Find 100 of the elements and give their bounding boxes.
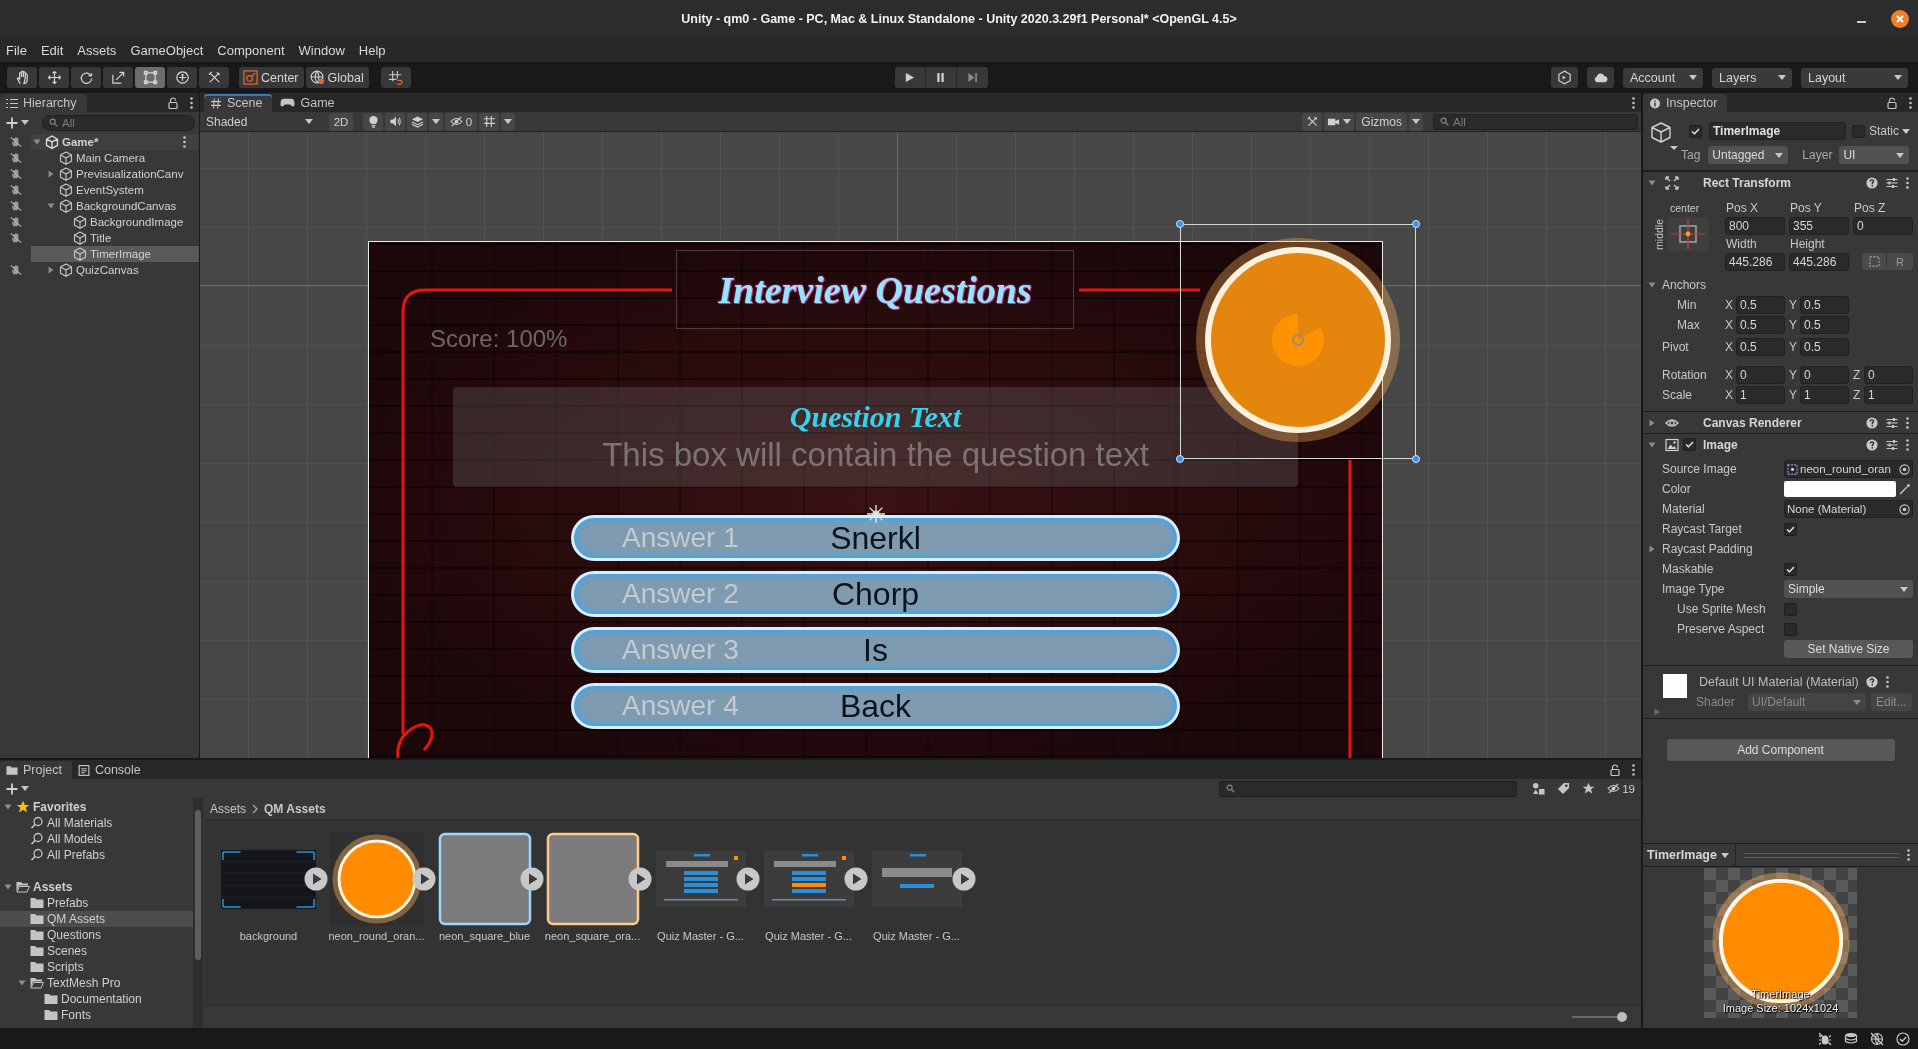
quiz-screenshot-thumbnail[interactable] <box>763 851 854 907</box>
breadcrumb-item[interactable]: QM Assets <box>264 801 326 816</box>
console-tab[interactable]: Console <box>71 761 151 779</box>
play-circle-icon[interactable] <box>736 867 760 891</box>
project-tree-item[interactable]: Scenes <box>0 943 193 959</box>
answer-button[interactable]: Answer 4 Back <box>571 683 1180 729</box>
kebab-menu-icon[interactable] <box>1632 763 1635 776</box>
number-field[interactable]: 0 <box>1736 366 1785 384</box>
bug-slash-icon[interactable] <box>1818 1031 1832 1046</box>
expand-arrow-icon[interactable] <box>18 979 26 987</box>
project-tree-item[interactable]: Favorites <box>0 799 193 815</box>
layout-dropdown[interactable]: Layout <box>1801 67 1908 88</box>
hand-tool-button[interactable] <box>7 67 37 88</box>
play-circle-icon[interactable] <box>844 867 868 891</box>
kebab-menu-icon[interactable] <box>1885 676 1889 688</box>
draw-mode-dropdown[interactable]: Shaded <box>203 112 319 131</box>
shapes-filter-icon[interactable] <box>1532 782 1546 795</box>
play-circle-icon[interactable] <box>952 867 976 891</box>
rect-tool-button[interactable] <box>135 67 165 88</box>
kebab-menu-icon[interactable] <box>190 96 193 109</box>
kebab-menu-icon[interactable] <box>1632 96 1635 109</box>
number-field[interactable]: 0.5 <box>1800 338 1849 356</box>
expand-arrow-icon[interactable] <box>47 202 55 210</box>
star-icon[interactable] <box>1582 782 1596 795</box>
checkbox[interactable] <box>1784 622 1797 636</box>
menu-item[interactable]: Window <box>291 42 352 58</box>
search-field[interactable] <box>1219 780 1518 797</box>
lighting-button[interactable] <box>363 112 383 131</box>
camera-button[interactable] <box>1324 112 1355 131</box>
checkbox[interactable] <box>1784 522 1797 536</box>
rotate-tool-button[interactable] <box>71 67 101 88</box>
help-icon[interactable] <box>1866 176 1878 189</box>
resize-handle[interactable] <box>1176 455 1184 463</box>
object-field[interactable]: neon_round_oran <box>1784 460 1913 478</box>
slider-thumb[interactable] <box>1616 1012 1627 1022</box>
gizmos-menu-button[interactable] <box>1409 112 1423 131</box>
scrollbar-thumb[interactable] <box>195 810 201 960</box>
active-checkbox[interactable] <box>1689 124 1702 138</box>
number-field[interactable]: 0.5 <box>1800 316 1849 334</box>
scene-tab[interactable]: Scene <box>204 94 273 112</box>
hierarchy-item[interactable]: TimerImage <box>31 246 199 262</box>
kebab-menu-icon[interactable] <box>1909 96 1912 109</box>
play-button[interactable] <box>894 67 926 88</box>
help-icon[interactable] <box>1866 416 1878 429</box>
number-field[interactable]: 0 <box>1853 217 1913 235</box>
eyedropper-icon[interactable] <box>1899 483 1911 495</box>
close-icon[interactable] <box>1891 10 1909 28</box>
static-checkbox[interactable] <box>1852 124 1865 138</box>
number-field[interactable]: 0.5 <box>1736 296 1785 314</box>
foldout-arrow-icon[interactable] <box>1648 440 1656 449</box>
quiz-screenshot-thumbnail[interactable] <box>871 851 962 907</box>
menu-item[interactable]: Assets <box>70 42 124 58</box>
project-tree-item[interactable]: QM Assets <box>0 911 193 927</box>
project-tree-item[interactable]: All Prefabs <box>0 847 193 863</box>
add-component-button[interactable]: Add Component <box>1666 739 1895 761</box>
lock-icon[interactable] <box>1887 96 1897 109</box>
set-native-size-button[interactable]: Set Native Size <box>1784 640 1913 658</box>
lock-icon[interactable] <box>1610 763 1620 776</box>
static-dropdown[interactable]: Static <box>1869 124 1910 138</box>
pivot-space-button[interactable]: Global <box>305 67 369 88</box>
stack-icon[interactable] <box>1844 1031 1858 1046</box>
pivot-mode-button[interactable]: Center <box>239 67 304 88</box>
number-field[interactable]: 0 <box>1800 366 1849 384</box>
brick-texture-thumbnail[interactable] <box>221 849 316 909</box>
hidden-packages-button[interactable]: 19 <box>1607 782 1635 795</box>
square-sprite-thumbnail[interactable] <box>545 832 640 926</box>
color-swatch-field[interactable] <box>1784 481 1896 497</box>
grid-snap-button[interactable] <box>380 67 411 88</box>
hierarchy-item[interactable]: QuizCanvas <box>31 262 199 278</box>
help-icon[interactable] <box>1866 438 1878 451</box>
step-button[interactable] <box>956 67 988 88</box>
hierarchy-item[interactable]: Game* <box>31 134 199 150</box>
effects-menu-button[interactable] <box>429 112 443 131</box>
number-field[interactable]: 800 <box>1725 217 1785 235</box>
hierarchy-item[interactable]: EventSystem <box>31 182 199 198</box>
menu-item[interactable]: Component <box>210 42 292 58</box>
target-icon[interactable] <box>1899 463 1910 475</box>
number-field[interactable]: 1 <box>1736 386 1785 404</box>
number-field[interactable]: 445.286 <box>1725 253 1785 271</box>
foldout-arrow-icon[interactable] <box>1648 418 1656 427</box>
expand-arrow-icon[interactable] <box>47 170 55 178</box>
tools-button[interactable] <box>1302 112 1323 131</box>
play-circle-icon[interactable] <box>628 867 652 891</box>
menu-item[interactable]: File <box>0 42 34 58</box>
kebab-menu-icon[interactable] <box>1907 849 1910 861</box>
grid-menu-button[interactable] <box>501 112 515 131</box>
pause-button[interactable] <box>925 67 957 88</box>
kebab-menu-icon[interactable] <box>1906 176 1909 189</box>
project-tab[interactable]: Project <box>0 761 72 779</box>
enabled-checkbox[interactable] <box>1683 438 1696 451</box>
sliders-icon[interactable] <box>1886 416 1898 429</box>
expand-arrow-icon[interactable] <box>4 803 12 811</box>
collab-button[interactable] <box>1551 67 1578 88</box>
audio-button[interactable] <box>385 112 405 131</box>
tag-icon[interactable] <box>1557 782 1571 795</box>
cloud-button[interactable] <box>1587 67 1614 88</box>
sliders-icon[interactable] <box>1886 176 1898 189</box>
number-field[interactable]: 1 <box>1864 386 1913 404</box>
sliders-icon[interactable] <box>1886 438 1898 451</box>
menu-item[interactable]: GameObject <box>123 42 211 58</box>
